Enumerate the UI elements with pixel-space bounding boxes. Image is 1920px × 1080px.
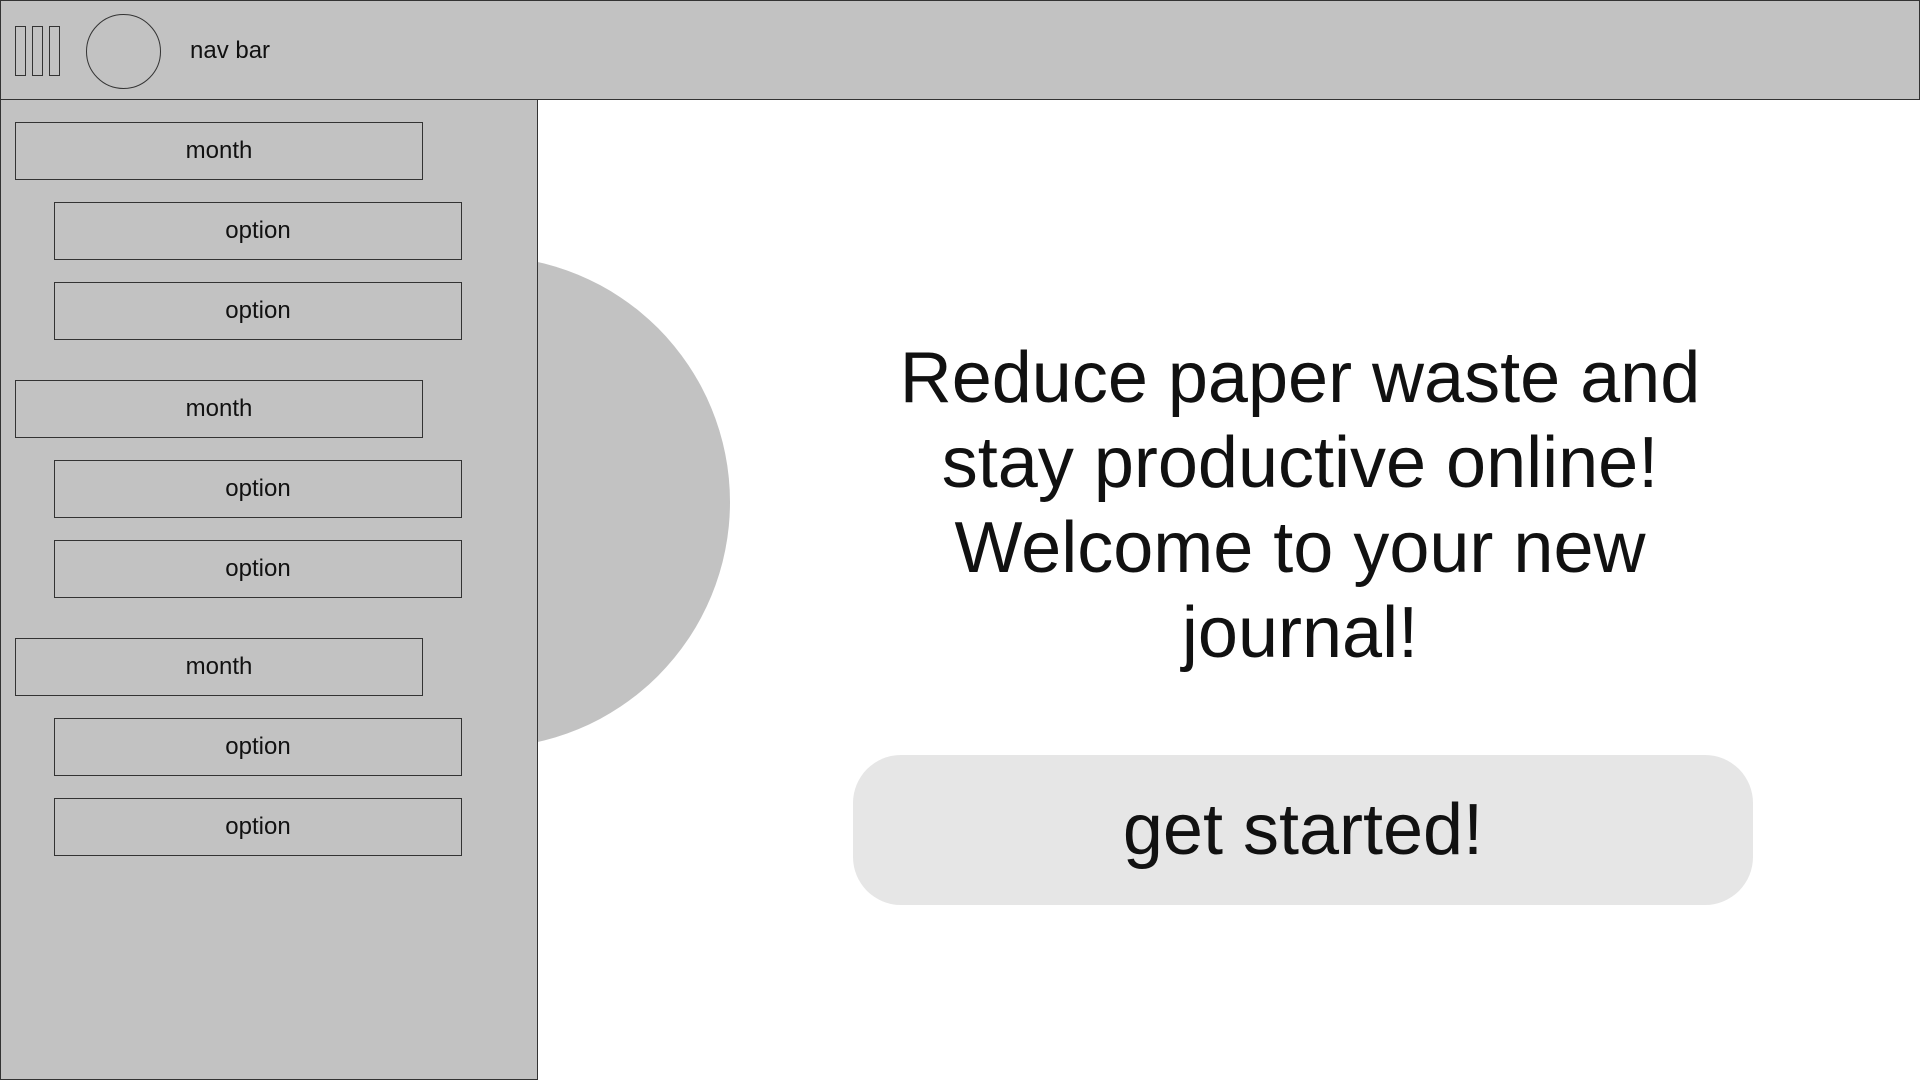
menu-bar [32, 26, 43, 76]
sidebar-month-3[interactable]: month [15, 638, 423, 696]
menu-bar [49, 26, 60, 76]
sidebar-option[interactable]: option [54, 202, 462, 260]
sidebar-option[interactable]: option [54, 460, 462, 518]
welcome-headline: Reduce paper waste and stay productive o… [899, 338, 1701, 673]
nav-bar: nav bar [0, 0, 1920, 100]
hamburger-menu-icon[interactable] [15, 26, 61, 76]
sidebar-option[interactable]: option [54, 540, 462, 598]
sidebar: month option option month option option … [0, 100, 538, 1080]
sidebar-month-1[interactable]: month [15, 122, 423, 180]
sidebar-month-2[interactable]: month [15, 380, 423, 438]
avatar[interactable] [86, 14, 161, 89]
sidebar-option[interactable]: option [54, 718, 462, 776]
get-started-button[interactable]: get started! [853, 755, 1753, 905]
sidebar-option[interactable]: option [54, 282, 462, 340]
menu-bar [15, 26, 26, 76]
sidebar-option[interactable]: option [54, 798, 462, 856]
nav-title: nav bar [190, 37, 271, 64]
